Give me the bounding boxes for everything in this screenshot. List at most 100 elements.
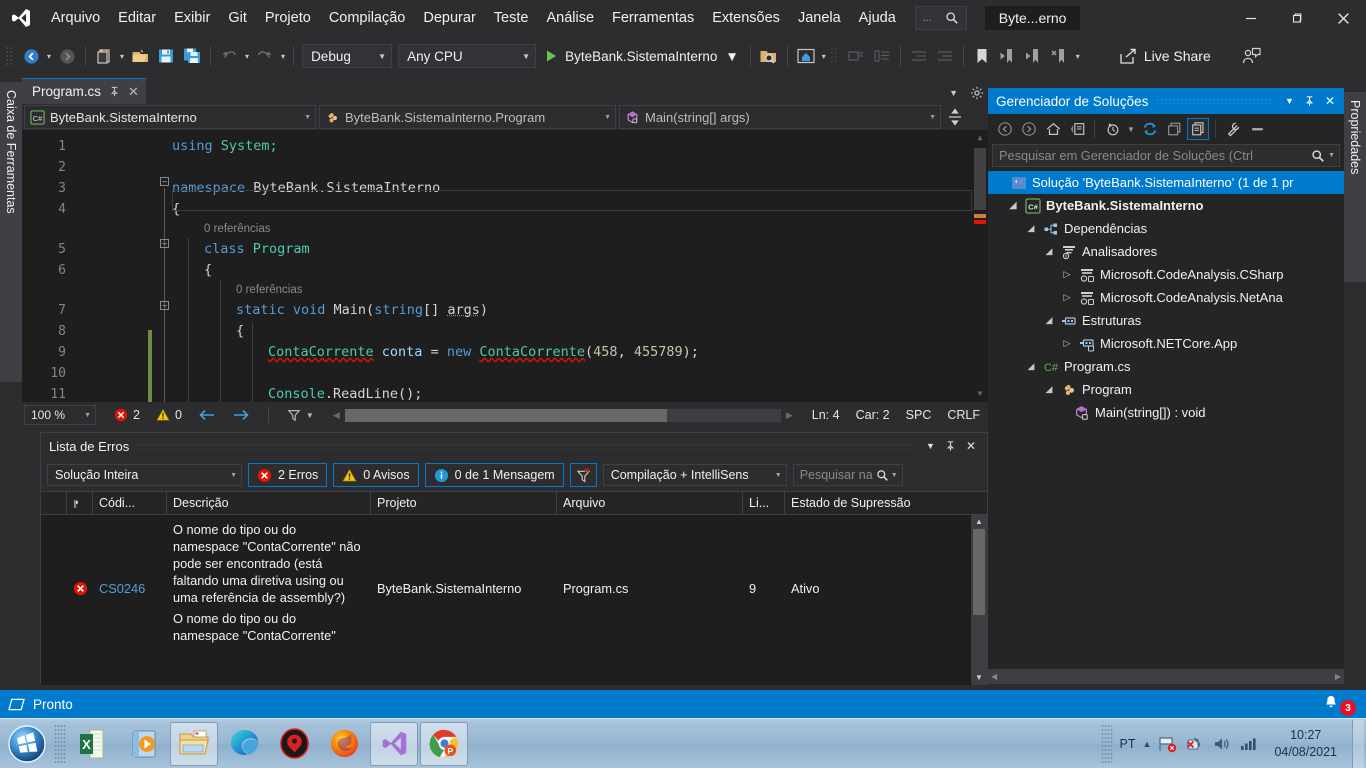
menu-item-editar[interactable]: Editar	[109, 0, 165, 36]
warnings-filter-toggle[interactable]: 0 Avisos	[333, 463, 419, 487]
editor-vertical-scrollbar[interactable]: ▲ ▼	[972, 130, 988, 402]
tree-expander-expanded-2[interactable]: ◢	[1024, 223, 1038, 234]
error-scrollbar-thumb[interactable]	[973, 529, 985, 615]
warning-count-indicator[interactable]: 0	[148, 408, 190, 422]
firefox-icon[interactable]	[320, 722, 368, 766]
scroll-down-icon[interactable]: ▼	[972, 386, 988, 402]
column-header-project[interactable]: Projeto	[371, 491, 557, 515]
volume-icon[interactable]	[1212, 735, 1232, 753]
tray-grip[interactable]	[1100, 723, 1113, 764]
microsoft-edge-icon[interactable]	[220, 722, 268, 766]
fold-toggle-namespace[interactable]: –	[160, 177, 169, 186]
chevron-down-icon-search[interactable]: ▼	[891, 472, 898, 479]
solexp-show-all-files-icon[interactable]	[1187, 118, 1209, 140]
solexp-dropdown-icon[interactable]: ▼	[1280, 96, 1299, 106]
close-button[interactable]	[1320, 0, 1366, 36]
indentation-indicator[interactable]: SPC	[898, 408, 940, 422]
error-list-vertical-scrollbar[interactable]: ▲ ▼	[971, 515, 987, 685]
tree-expander-collapsed[interactable]: ▷	[1060, 269, 1074, 280]
tree-node-dependencias[interactable]: ◢ Dependências	[988, 217, 1344, 240]
menu-item-teste[interactable]: Teste	[485, 0, 538, 36]
navigate-back-button[interactable]	[18, 42, 44, 70]
title-drag-area[interactable]	[137, 443, 914, 449]
menu-item-extensoes[interactable]: Extensões	[703, 0, 789, 36]
media-player-icon[interactable]	[120, 722, 168, 766]
codelens-method[interactable]: 0 referências	[172, 281, 699, 300]
column-header-code[interactable]: Códi...	[93, 491, 167, 515]
toggle-bookmark-icon[interactable]	[969, 42, 995, 70]
new-project-button[interactable]	[91, 42, 117, 70]
panel-pin-icon[interactable]	[940, 440, 961, 452]
solexp-collapse-all-icon[interactable]	[1163, 118, 1185, 140]
navbar-member-combo[interactable]: Main(string[] args) ▼	[619, 105, 941, 129]
toolbox-tab[interactable]: Caixa de Ferramentas	[0, 82, 22, 382]
document-tab-program-cs[interactable]: Program.cs ✕	[22, 78, 146, 104]
solexp-home-icon[interactable]	[1042, 118, 1064, 140]
language-indicator[interactable]: PT	[1120, 737, 1136, 751]
search-in-folder-icon[interactable]	[756, 42, 782, 70]
solution-configuration-combo[interactable]: Debug ▼	[302, 44, 393, 68]
column-header-description[interactable]: Descrição	[167, 491, 371, 515]
fold-toggle-class[interactable]: –	[160, 239, 169, 248]
close-tab-icon[interactable]: ✕	[128, 84, 139, 100]
messages-filter-toggle[interactable]: 0 de 1 Mensagem	[424, 463, 564, 487]
solexp-preview-icon[interactable]	[1246, 118, 1268, 140]
code-lens-filter-icon[interactable]: ▼	[279, 408, 322, 422]
live-share-button[interactable]: Live Share	[1113, 42, 1217, 70]
tree-node-codeanalysis-csharp[interactable]: ▷ Microsoft.CodeAnalysis.CSharp	[988, 263, 1344, 286]
feedback-icon[interactable]	[1239, 42, 1265, 70]
solexp-history-icon[interactable]	[1101, 118, 1123, 140]
clear-filter-button[interactable]	[569, 463, 597, 487]
hscroll-track[interactable]	[344, 408, 781, 422]
tree-expander-expanded-4[interactable]: ◢	[1042, 315, 1056, 326]
solexp-pending-changes-icon[interactable]	[1066, 118, 1088, 140]
menu-item-analise[interactable]: Análise	[537, 0, 603, 36]
redo-dropdown-icon[interactable]: ▾	[278, 52, 288, 61]
start-debugging-button[interactable]: ByteBank.SistemaInterno ▼	[539, 42, 745, 70]
network-flag-icon[interactable]	[1158, 735, 1178, 753]
solexp-close-icon[interactable]: ✕	[1320, 94, 1340, 108]
fold-toggle-method[interactable]: –	[160, 301, 169, 310]
save-all-button[interactable]	[179, 42, 205, 70]
save-file-button[interactable]	[153, 42, 179, 70]
scope-filter-combo[interactable]: Solução Inteira ▼	[47, 464, 242, 486]
tree-expander-expanded-3[interactable]: ◢	[1042, 246, 1056, 257]
solexp-history-dropdown-icon[interactable]: ▼	[1125, 118, 1137, 140]
hscroll-left-icon[interactable]: ◀	[328, 410, 345, 421]
toolbar-grip-2[interactable]	[829, 45, 839, 67]
codelens-class[interactable]: 0 referências	[172, 220, 699, 239]
chevron-down-icon-solexp-search[interactable]: ▼	[1328, 152, 1335, 159]
menu-item-compilacao[interactable]: Compilação	[320, 0, 415, 36]
solution-explorer-search-input[interactable]: Pesquisar em Gerenciador de Soluções (Ct…	[992, 144, 1340, 167]
minimize-button[interactable]	[1228, 0, 1274, 36]
panel-close-icon[interactable]: ✕	[961, 439, 981, 453]
error-scroll-down-icon[interactable]: ▼	[971, 671, 987, 685]
code-editor[interactable]: 1 2 3 4 5 6 7 8 9 10 11 – – – using Syst…	[22, 130, 988, 402]
menu-item-ferramentas[interactable]: Ferramentas	[603, 0, 703, 36]
split-editor-icon[interactable]	[944, 105, 966, 129]
editor-settings-icon[interactable]	[970, 86, 984, 100]
windows-start-button[interactable]	[0, 720, 54, 768]
quick-launch-search[interactable]: ...	[914, 6, 967, 30]
table-row[interactable]: O nome do tipo ou do namespace "ContaCor…	[41, 608, 987, 646]
signal-strength-icon[interactable]	[1239, 735, 1259, 753]
undo-button[interactable]	[216, 42, 242, 70]
solution-platform-combo[interactable]: Any CPU ▼	[398, 44, 537, 68]
menu-item-git[interactable]: Git	[219, 0, 256, 36]
solexp-pin-icon[interactable]	[1299, 95, 1320, 107]
battery-icon[interactable]	[1185, 735, 1205, 753]
tree-node-analisadores[interactable]: ◢ Analisadores	[988, 240, 1344, 263]
maximize-button[interactable]	[1274, 0, 1320, 36]
notifications-bell-icon[interactable]	[1322, 694, 1340, 712]
next-bookmark-icon[interactable]	[1021, 42, 1047, 70]
tree-expander-expanded[interactable]: ◢	[1006, 200, 1020, 211]
row-error-code[interactable]: CS0246	[93, 521, 167, 606]
tree-node-estruturas[interactable]: ◢ Estruturas	[988, 309, 1344, 332]
column-header-sort[interactable]: ⁋	[67, 491, 93, 515]
home-page-icon[interactable]	[793, 42, 819, 70]
previous-bookmark-icon[interactable]	[995, 42, 1021, 70]
open-file-button[interactable]	[127, 42, 153, 70]
menu-item-ajuda[interactable]: Ajuda	[850, 0, 905, 36]
pin-icon[interactable]	[109, 86, 120, 97]
tree-expander-expanded-5[interactable]: ◢	[1024, 361, 1038, 372]
